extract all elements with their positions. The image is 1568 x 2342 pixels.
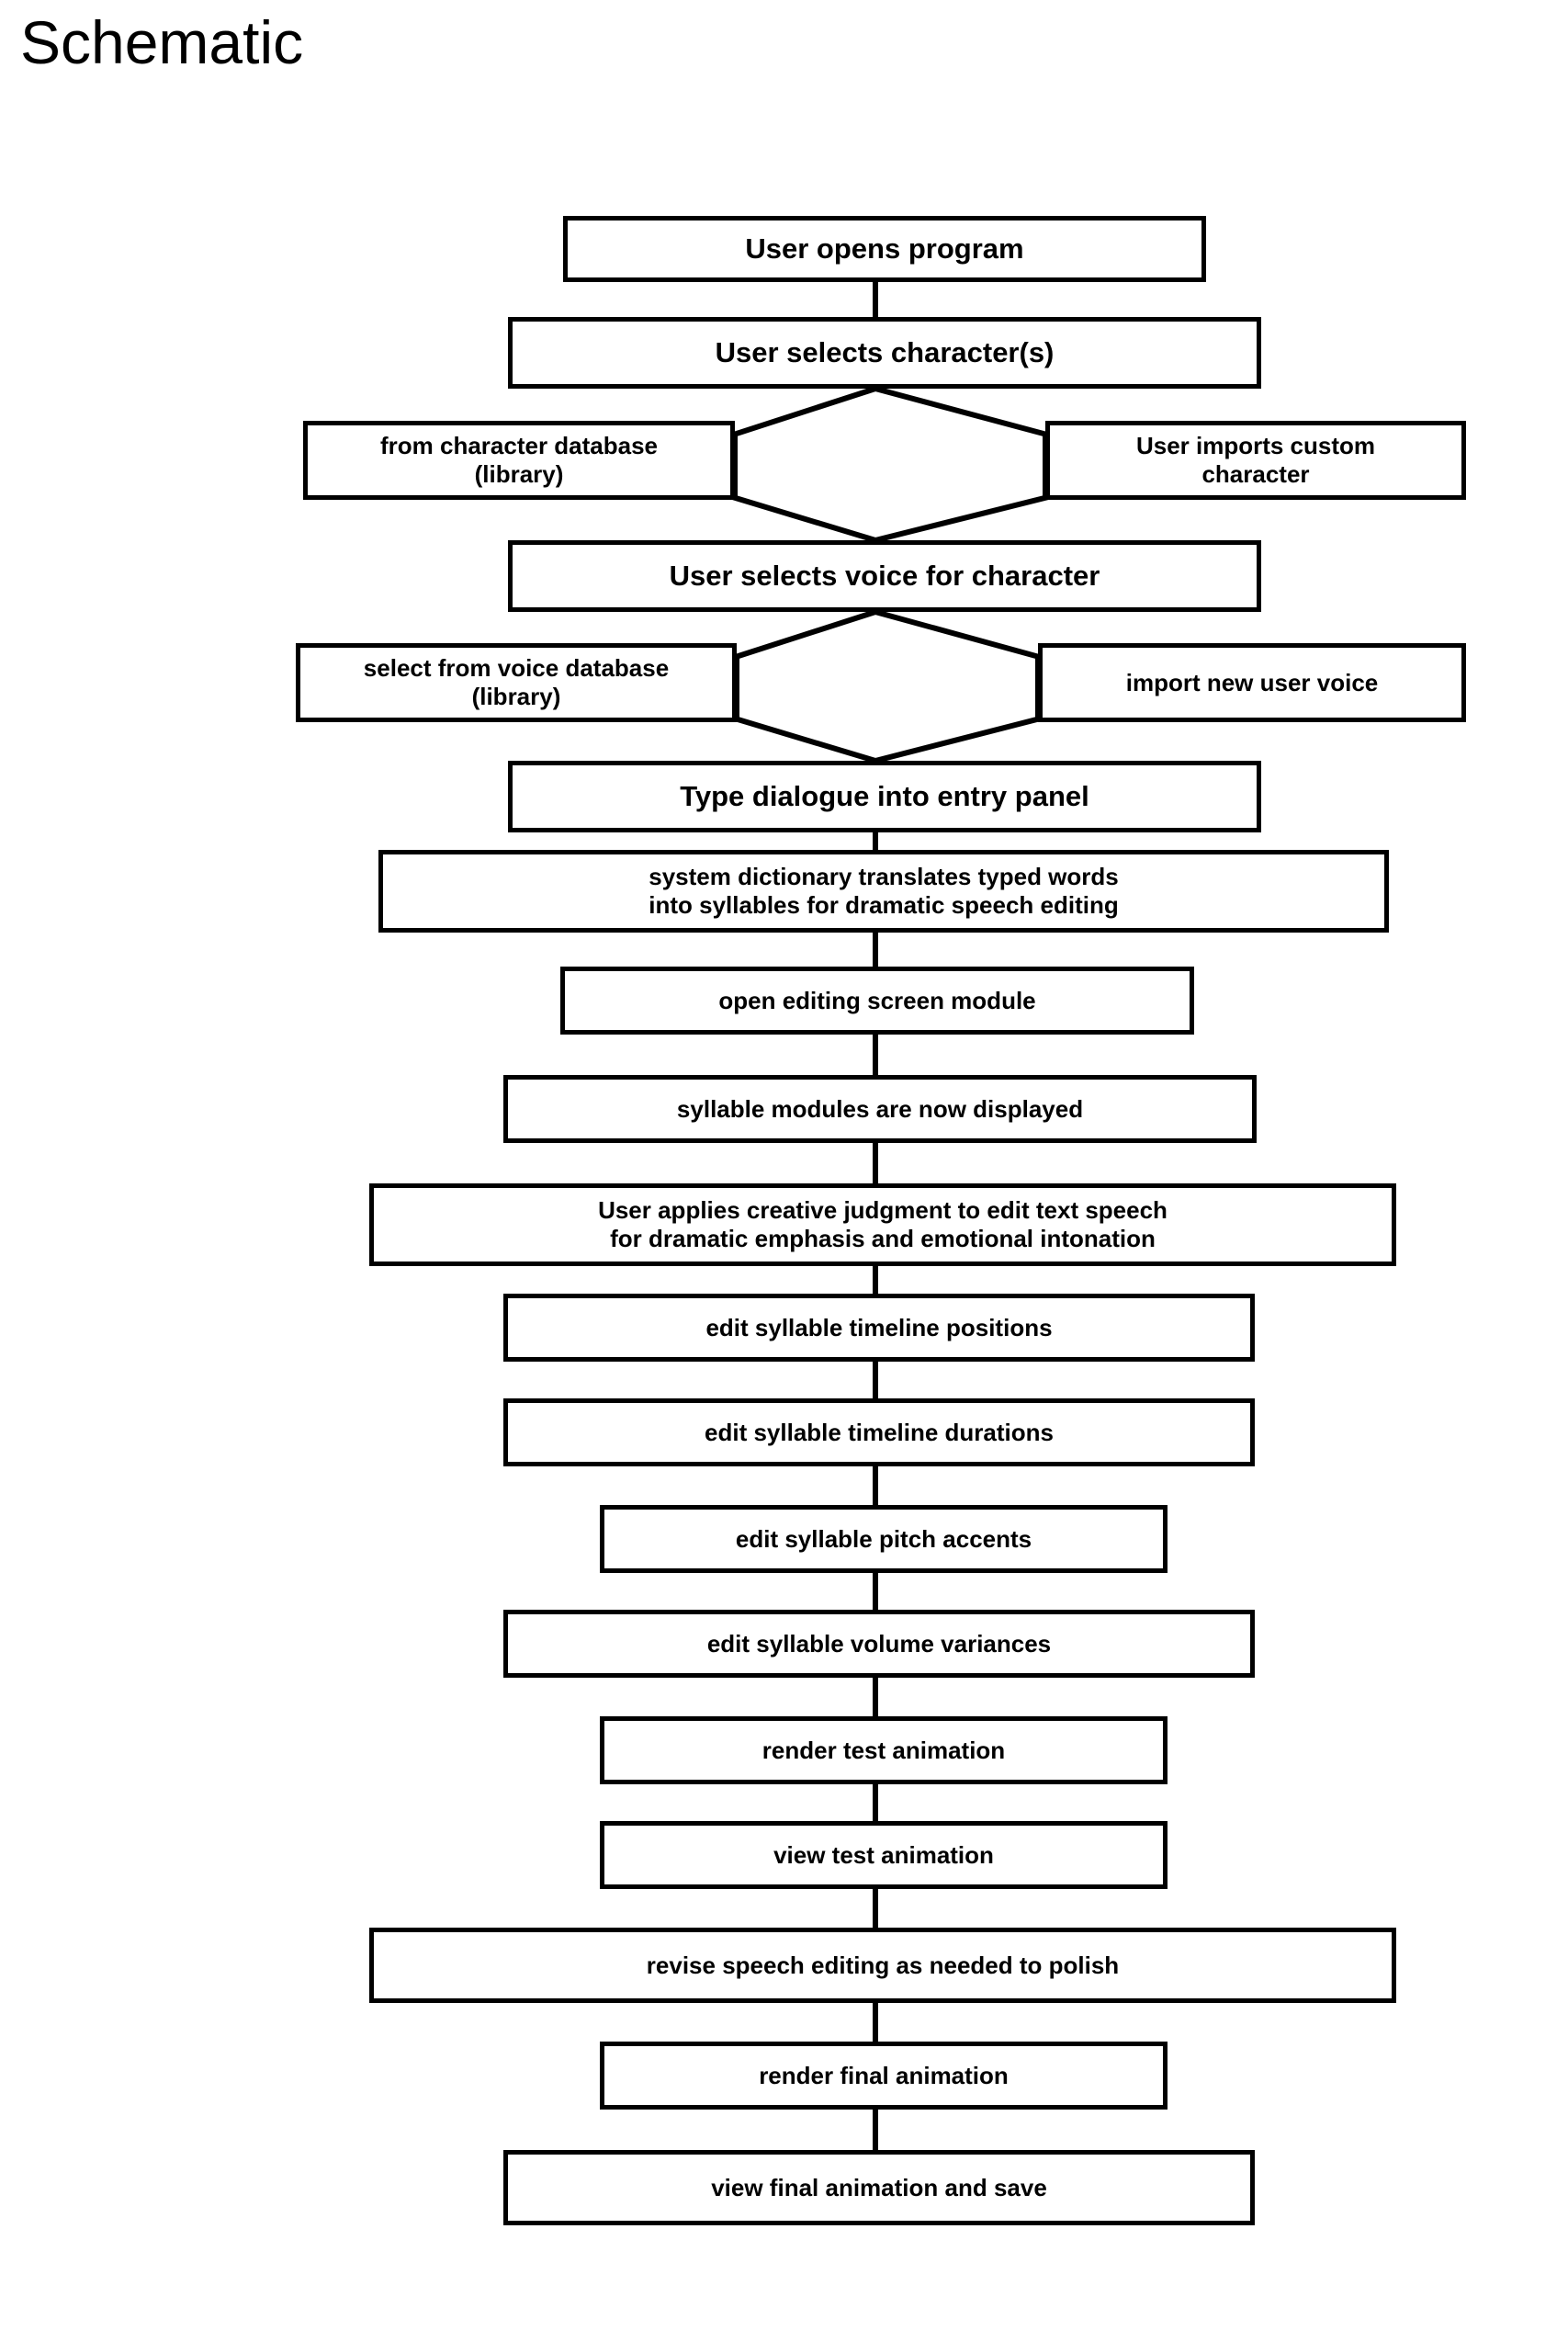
- branch-diamond: [734, 608, 1041, 764]
- schematic-page: Schematic User opens program User selects…: [0, 0, 1568, 2342]
- flow-node-label: open editing screen module: [718, 986, 1036, 1014]
- flow-node-label: from character database (library): [379, 432, 659, 488]
- flow-node-edit-positions: edit syllable timeline positions: [503, 1294, 1255, 1362]
- flow-connector: [873, 1889, 878, 1928]
- flow-connector: [873, 1362, 878, 1398]
- flow-node-syllable-modules: syllable modules are now displayed: [503, 1075, 1257, 1143]
- flow-node-label: revise speech editing as needed to polis…: [646, 1951, 1120, 1979]
- page-title: Schematic: [20, 8, 304, 76]
- flow-node-label: select from voice database (library): [363, 654, 670, 710]
- flow-node-render-test: render test animation: [600, 1716, 1168, 1784]
- flow-connector: [873, 1466, 878, 1505]
- flow-node-select-voice: User selects voice for character: [508, 540, 1261, 612]
- flow-node-label: system dictionary translates typed words…: [649, 863, 1119, 919]
- flow-node-label: render test animation: [761, 1736, 1006, 1764]
- flow-node-label: import new user voice: [1125, 668, 1379, 696]
- flow-node-label: syllable modules are now displayed: [676, 1094, 1084, 1123]
- flow-node-view-final: view final animation and save: [503, 2150, 1255, 2225]
- flow-node-voice-import: import new user voice: [1038, 643, 1466, 722]
- flow-node-character-library: from character database (library): [303, 421, 735, 500]
- flow-node-open-program: User opens program: [563, 216, 1206, 282]
- flow-node-label: view final animation and save: [711, 2173, 1047, 2201]
- flow-node-dictionary-translate: system dictionary translates typed words…: [378, 850, 1389, 933]
- flow-connector: [873, 282, 878, 317]
- flow-node-edit-volume: edit syllable volume variances: [503, 1610, 1255, 1678]
- flow-node-type-dialogue: Type dialogue into entry panel: [508, 761, 1261, 832]
- flow-connector: [873, 1143, 878, 1183]
- flow-node-open-editing-screen: open editing screen module: [560, 967, 1194, 1035]
- flow-connector: [873, 2003, 878, 2042]
- flow-connector: [873, 832, 878, 850]
- flow-node-edit-pitch: edit syllable pitch accents: [600, 1505, 1168, 1573]
- flow-node-select-character: User selects character(s): [508, 317, 1261, 389]
- flow-node-render-final: render final animation: [600, 2042, 1168, 2110]
- flow-node-label: User selects character(s): [715, 335, 1055, 368]
- flow-node-label: User imports custom character: [1135, 432, 1376, 488]
- flow-node-label: edit syllable volume variances: [706, 1629, 1052, 1658]
- flow-node-edit-durations: edit syllable timeline durations: [503, 1398, 1255, 1466]
- flow-connector: [873, 1784, 878, 1821]
- flow-connector: [873, 1266, 878, 1294]
- flow-node-voice-library: select from voice database (library): [296, 643, 737, 722]
- flow-node-label: render final animation: [759, 2061, 1009, 2089]
- flow-connector: [873, 2110, 878, 2150]
- flow-node-creative-judgment: User applies creative judgment to edit t…: [369, 1183, 1396, 1266]
- flow-node-label: User applies creative judgment to edit t…: [598, 1196, 1168, 1252]
- flow-node-label: User opens program: [745, 232, 1024, 265]
- flow-node-label: edit syllable pitch accents: [735, 1524, 1032, 1553]
- flow-node-revise-speech: revise speech editing as needed to polis…: [369, 1928, 1396, 2003]
- flow-node-character-custom: User imports custom character: [1045, 421, 1466, 500]
- branch-diamond: [732, 385, 1048, 544]
- flow-node-view-test: view test animation: [600, 1821, 1168, 1889]
- flow-node-label: Type dialogue into entry panel: [680, 779, 1089, 812]
- flow-node-label: edit syllable timeline positions: [705, 1313, 1053, 1341]
- flow-connector: [873, 1678, 878, 1716]
- flow-node-label: view test animation: [773, 1840, 994, 1869]
- flow-connector: [873, 933, 878, 967]
- flow-connector: [873, 1573, 878, 1610]
- flow-node-label: edit syllable timeline durations: [705, 1418, 1054, 1446]
- flow-node-label: User selects voice for character: [669, 559, 1100, 592]
- flow-connector: [873, 1035, 878, 1075]
